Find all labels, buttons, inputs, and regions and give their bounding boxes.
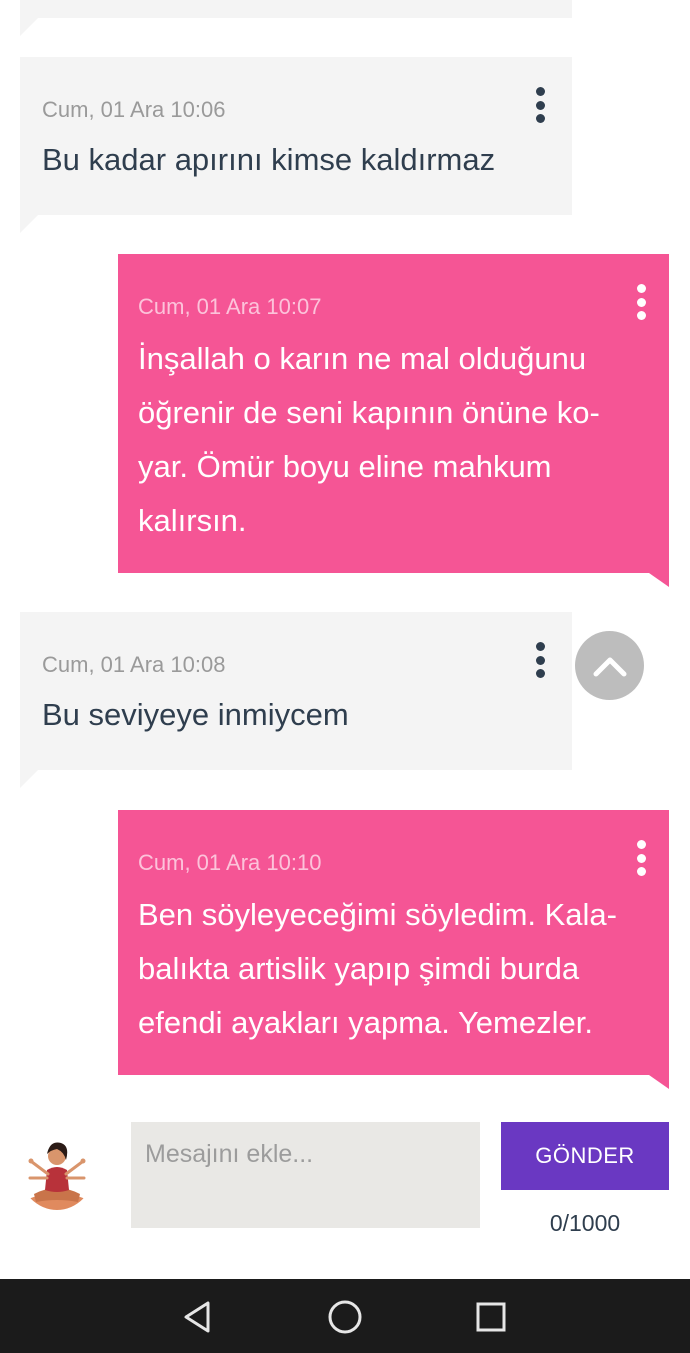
message-line: öğrenir de seni kapının önüne ko- xyxy=(138,395,600,430)
avatar-illustration xyxy=(27,1142,87,1210)
message-line: İnşallah o karın ne mal olduğunu xyxy=(138,341,587,376)
message-text: Bu kadar apırını kimse kaldırmaz xyxy=(42,133,495,187)
message-bubble-incoming: Cum, 01 Ara 10:06 Bu kadar apırını kimse… xyxy=(20,57,572,233)
bubble-tail xyxy=(20,770,38,788)
message-line: Bu seviyeye inmiycem xyxy=(42,697,349,732)
message-menu-icon[interactable] xyxy=(635,840,647,876)
nav-home-button[interactable] xyxy=(325,1297,365,1337)
bubble-tail xyxy=(20,215,38,233)
home-circle-icon xyxy=(328,1300,362,1334)
bubble-tail xyxy=(649,1075,669,1089)
message-line: Ben söyleyeceğimi söyledim. Kala- xyxy=(138,897,617,932)
message-timestamp: Cum, 01 Ara 10:06 xyxy=(42,97,226,122)
message-bubble-partial xyxy=(20,0,572,36)
bubble-tail xyxy=(649,573,669,587)
character-counter: 0/1000 xyxy=(549,1210,621,1236)
back-triangle-icon xyxy=(184,1301,210,1333)
message-bubble-incoming: Cum, 01 Ara 10:08 Bu seviyeye inmiycem xyxy=(20,612,572,788)
system-navigation-bar xyxy=(0,1279,690,1353)
chevron-up-icon xyxy=(593,657,626,676)
message-line: yar. Ömür boyu eline mahkum xyxy=(138,449,552,484)
message-line: Bu kadar apırını kimse kaldırmaz xyxy=(42,142,496,177)
scroll-to-top-button[interactable] xyxy=(575,631,644,700)
message-line: kalırsın. xyxy=(138,503,247,538)
avatar xyxy=(20,1132,94,1210)
message-menu-icon[interactable] xyxy=(534,642,546,678)
message-input[interactable] xyxy=(131,1122,480,1228)
nav-recents-button[interactable] xyxy=(471,1297,511,1337)
message-menu-icon[interactable] xyxy=(534,87,546,123)
message-bubble-outgoing: Cum, 01 Ara 10:07 İnşallah o karın ne ma… xyxy=(118,254,669,587)
message-line: balıkta artislik yapıp şimdi burda xyxy=(138,951,580,986)
message-timestamp: Cum, 01 Ara 10:08 xyxy=(42,652,226,677)
bubble-tail xyxy=(20,18,38,36)
message-timestamp: Cum, 01 Ara 10:07 xyxy=(138,294,322,319)
message-timestamp: Cum, 01 Ara 10:10 xyxy=(138,850,322,875)
nav-back-button[interactable] xyxy=(178,1297,218,1337)
message-text: Bu seviyeye inmiycem xyxy=(42,688,349,742)
message-bubble-outgoing: Cum, 01 Ara 10:10 Ben söyleyeceğimi söyl… xyxy=(118,810,669,1089)
message-text: Ben söyleyeceğimi söyledim. Kala- balıkt… xyxy=(138,888,629,1050)
message-text: İnşallah o karın ne mal olduğunu öğrenir… xyxy=(138,332,629,548)
message-line: efendi ayakları yapma. Yemezler. xyxy=(138,1005,593,1040)
recents-square-icon xyxy=(476,1302,506,1332)
send-button[interactable]: GÖNDER xyxy=(501,1122,669,1190)
message-menu-icon[interactable] xyxy=(635,284,647,320)
